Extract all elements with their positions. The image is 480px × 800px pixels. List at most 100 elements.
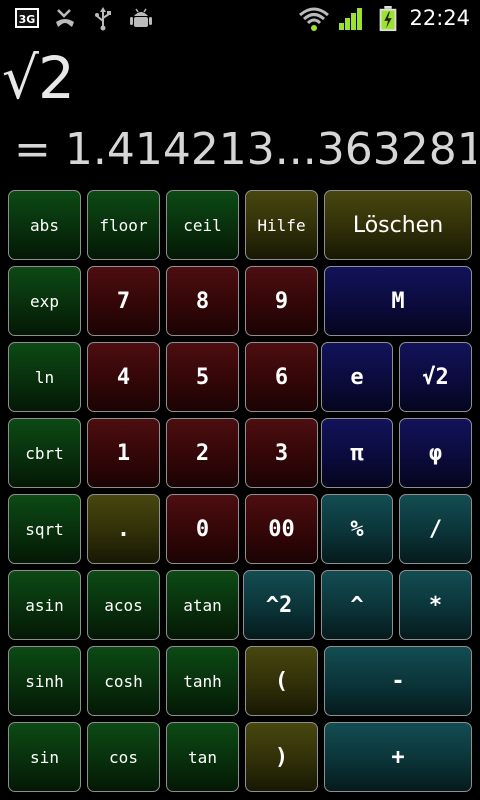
digit-2-label: 2	[195, 440, 210, 466]
multiply-label: *	[428, 592, 443, 618]
help-button[interactable]: Hilfe	[245, 190, 318, 260]
sinh-button-label: sinh	[25, 671, 64, 691]
cbrt-button[interactable]: cbrt	[8, 418, 81, 488]
acos-button[interactable]: acos	[87, 570, 160, 640]
divide-button[interactable]: /	[399, 494, 472, 564]
digit-8-button[interactable]: 8	[166, 266, 239, 336]
3g-icon: 3G	[15, 8, 39, 28]
power-label: ^	[350, 592, 364, 618]
digit-2-button[interactable]: 2	[166, 418, 239, 488]
status-bar: 3G 22:24	[0, 0, 480, 38]
android-debug-icon	[130, 8, 152, 27]
atan-button[interactable]: atan	[166, 570, 239, 640]
digit-7-label: 7	[116, 288, 131, 314]
ceil-button-label: ceil	[183, 215, 222, 235]
sin-button[interactable]: sin	[8, 722, 81, 792]
digit-9-label: 9	[274, 288, 289, 314]
minus-button[interactable]: -	[324, 646, 472, 716]
digit-3-label: 3	[274, 440, 289, 466]
network-type-label: 3G	[19, 13, 36, 26]
tan-button[interactable]: tan	[166, 722, 239, 792]
wifi-icon	[299, 7, 329, 31]
decimal-point-button[interactable]: .	[87, 494, 160, 564]
memory-button-label: M	[391, 288, 405, 314]
sqrt2-constant-button[interactable]: √2	[399, 342, 472, 412]
ceil-button[interactable]: ceil	[166, 190, 239, 260]
battery-charging-icon	[379, 6, 397, 32]
plus-button[interactable]: +	[324, 722, 472, 792]
tanh-button-label: tanh	[183, 671, 222, 691]
digit-5-label: 5	[195, 364, 210, 390]
digit-4-button[interactable]: 4	[87, 342, 160, 412]
left-paren-button[interactable]: (	[245, 646, 318, 716]
memory-button[interactable]: M	[324, 266, 472, 336]
pi-constant-label: π	[350, 440, 364, 466]
digit-0-label: 0	[195, 516, 210, 542]
clear-button-label: Löschen	[352, 212, 444, 238]
sqrt2-constant-label: √2	[422, 364, 449, 390]
power-button[interactable]: ^	[321, 570, 393, 640]
help-button-label: Hilfe	[257, 215, 306, 235]
phi-constant-button[interactable]: φ	[399, 418, 472, 488]
signal-icon	[339, 8, 362, 30]
digit-4-label: 4	[116, 364, 131, 390]
digit-6-button[interactable]: 6	[245, 342, 318, 412]
sinh-button[interactable]: sinh	[8, 646, 81, 716]
cosh-button[interactable]: cosh	[87, 646, 160, 716]
double-zero-button[interactable]: 00	[245, 494, 318, 564]
clear-button[interactable]: Löschen	[324, 190, 472, 260]
digit-7-button[interactable]: 7	[87, 266, 160, 336]
ln-button[interactable]: ln	[8, 342, 81, 412]
right-paren-label: )	[274, 744, 289, 770]
percent-button[interactable]: %	[321, 494, 393, 564]
plus-label: +	[391, 744, 405, 770]
exp-button-label: exp	[30, 291, 59, 311]
sin-button-label: sin	[30, 747, 59, 767]
tanh-button[interactable]: tanh	[166, 646, 239, 716]
cos-button[interactable]: cos	[87, 722, 160, 792]
floor-button-label: floor	[99, 215, 148, 235]
abs-button[interactable]: abs	[8, 190, 81, 260]
digit-9-button[interactable]: 9	[245, 266, 318, 336]
pi-constant-button[interactable]: π	[321, 418, 393, 488]
digit-3-button[interactable]: 3	[245, 418, 318, 488]
divide-label: /	[428, 516, 443, 542]
cosh-button-label: cosh	[104, 671, 143, 691]
right-paren-button[interactable]: )	[245, 722, 318, 792]
usb-icon	[95, 7, 111, 31]
atan-button-label: atan	[183, 595, 222, 615]
e-constant-label: e	[350, 364, 364, 390]
left-paren-label: (	[274, 668, 289, 694]
minus-label: -	[391, 668, 405, 694]
floor-button[interactable]: floor	[87, 190, 160, 260]
digit-5-button[interactable]: 5	[166, 342, 239, 412]
e-constant-button[interactable]: e	[321, 342, 393, 412]
cbrt-button-label: cbrt	[25, 443, 64, 463]
digit-1-label: 1	[116, 440, 131, 466]
sqrt-button[interactable]: sqrt	[8, 494, 81, 564]
clock: 22:24	[409, 6, 470, 30]
double-zero-label: 00	[268, 516, 295, 542]
abs-button-label: abs	[30, 215, 59, 235]
missed-call-icon	[56, 9, 74, 27]
expression-display[interactable]: √2	[2, 44, 75, 112]
sqrt-button-label: sqrt	[25, 519, 64, 539]
decimal-point-label: .	[116, 516, 131, 542]
square-button[interactable]: ^2	[243, 570, 315, 640]
digit-8-label: 8	[195, 288, 210, 314]
ln-button-label: ln	[34, 367, 55, 387]
digit-1-button[interactable]: 1	[87, 418, 160, 488]
asin-button-label: asin	[25, 595, 64, 615]
digit-6-label: 6	[274, 364, 289, 390]
tan-button-label: tan	[188, 747, 217, 767]
exp-button[interactable]: exp	[8, 266, 81, 336]
phi-constant-label: φ	[428, 440, 443, 466]
multiply-button[interactable]: *	[399, 570, 472, 640]
digit-0-button[interactable]: 0	[166, 494, 239, 564]
result-display: = 1.414213...36328125	[14, 124, 476, 175]
acos-button-label: acos	[104, 595, 143, 615]
square-label: ^2	[265, 592, 293, 618]
cos-button-label: cos	[109, 747, 138, 767]
asin-button[interactable]: asin	[8, 570, 81, 640]
percent-label: %	[350, 516, 364, 542]
